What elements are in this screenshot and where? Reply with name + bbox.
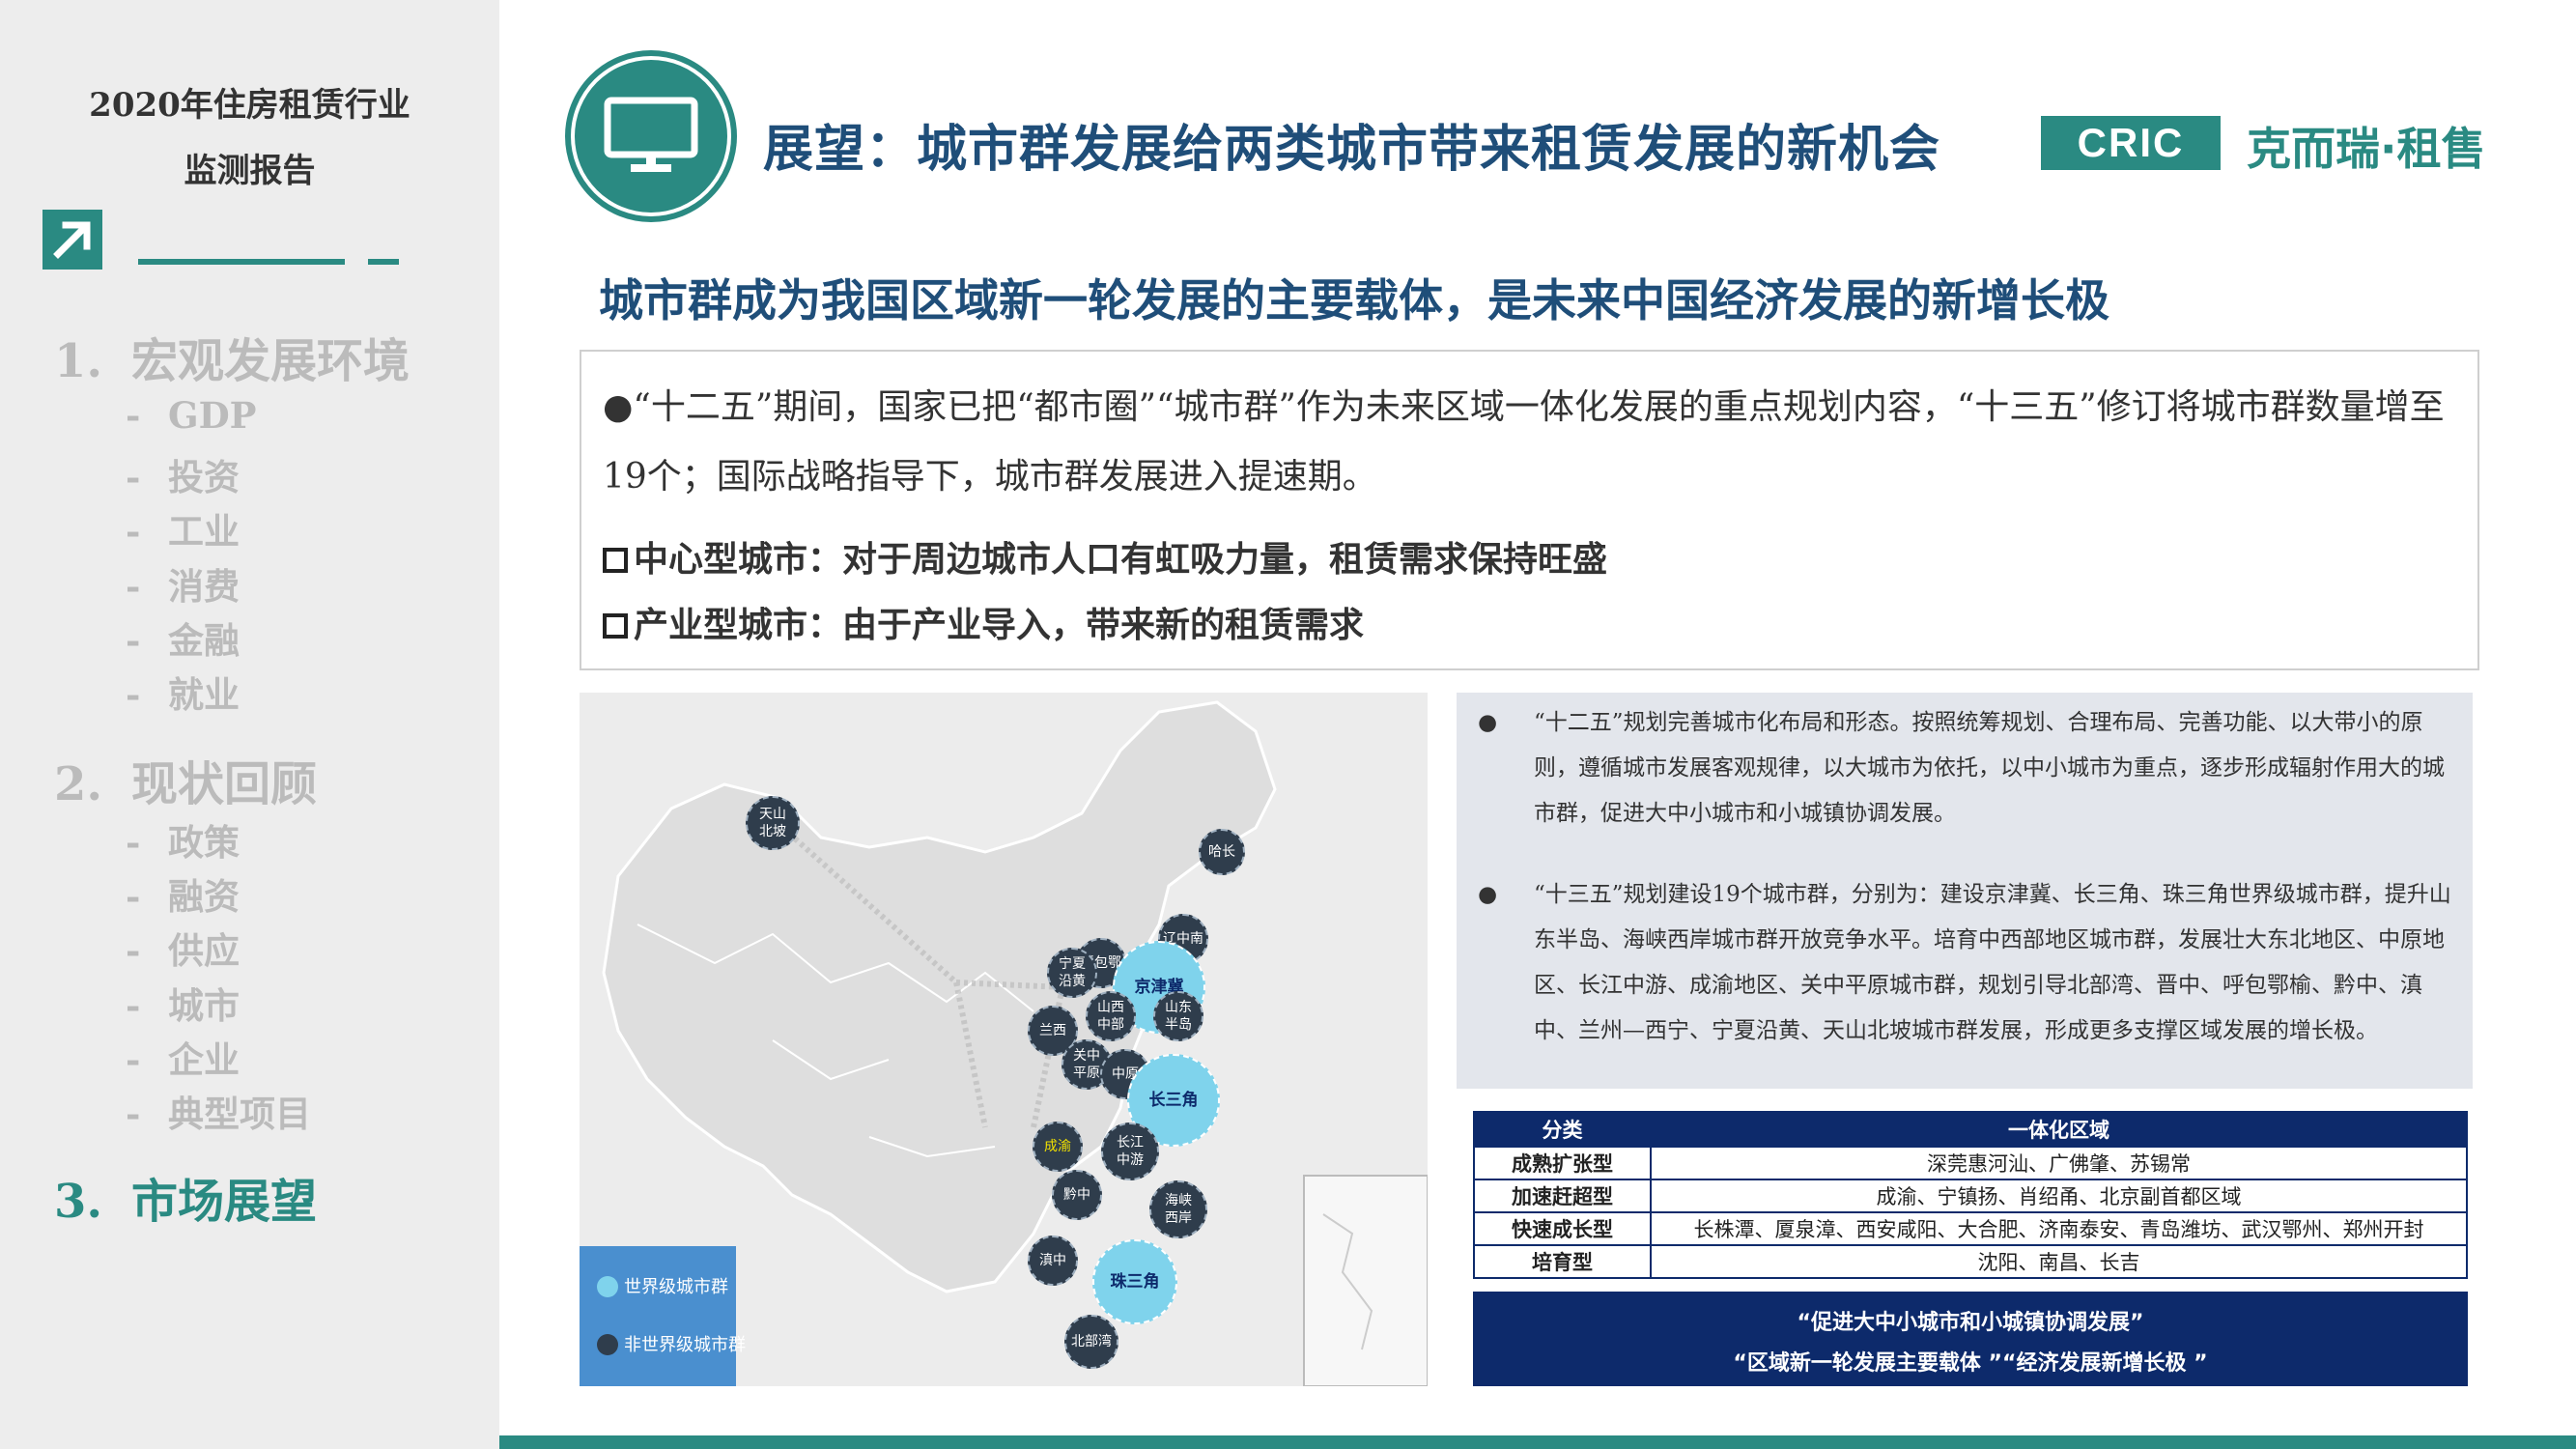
cluster-marker: 天山 北坡 [746, 796, 800, 850]
sidebar-item-consumption[interactable]: - 消费 [126, 557, 240, 610]
cluster-marker: 黔中 [1052, 1170, 1102, 1220]
legend-dot-world [597, 1276, 618, 1297]
cluster-marker: 成渝 [1033, 1122, 1083, 1172]
checkbox-square-icon [603, 548, 628, 573]
sidebar-item-city[interactable]: - 城市 [126, 977, 240, 1029]
world-cluster-marker: 珠三角 [1092, 1239, 1177, 1324]
checkbox-square-icon [603, 613, 628, 639]
summary-paragraph: “十二五”期间，国家已把“都市圈”“城市群”作为未来区域一体化发展的重点规划内容… [603, 387, 2445, 497]
section-1[interactable]: 1. 宏观发展环境 [54, 323, 410, 390]
table-header: 一体化区域 [1650, 1111, 2468, 1148]
point-central-city: 中心型城市：对于周边城市人口有虹吸力量，租赁需求保持旺盛 [603, 531, 1607, 582]
legend-world: 世界级城市群 [597, 1273, 728, 1298]
table-row: 快速成长型 长株潭、厦泉漳、西安咸阳、大合肥、济南泰安、青岛潍坊、武汉鄂州、郑州… [1473, 1211, 2468, 1246]
cric-logo: CRIC [2041, 116, 2221, 170]
table-cell-category: 快速成长型 [1473, 1211, 1652, 1246]
table-cell-regions: 成渝、宁镇扬、肖绍甬、北京副首都区域 [1650, 1179, 2468, 1213]
cluster-label: 山东 半岛 [1165, 1000, 1192, 1033]
sidebar-item-supply[interactable]: - 供应 [126, 922, 240, 974]
cluster-label: 兰西 [1039, 1023, 1066, 1038]
cluster-label: 成渝 [1044, 1139, 1071, 1154]
sidebar-item-financing[interactable]: - 融资 [126, 867, 240, 920]
summary-box: ●“十二五”期间，国家已把“都市圈”“城市群”作为未来区域一体化发展的重点规划内… [580, 350, 2479, 670]
city-cluster-map: 天山 北坡 哈长 辽中南 呼包鄂 宁夏 沿黄 京津冀 山西 中部 山东 半岛 兰西 关中 平原 中原… [580, 693, 1428, 1386]
quote-line2: “区域新一轮发展主要载体 ”“经济发展新增长极 ” [1733, 1351, 2208, 1376]
cluster-label: 长三角 [1148, 1091, 1199, 1110]
brand-name: 克而瑞·租售 [2247, 123, 2486, 175]
cluster-label: 长江 中游 [1117, 1135, 1144, 1168]
sidebar-item-investment[interactable]: - 投资 [126, 448, 240, 500]
quote-box: “促进大中小城市和小城镇协调发展” “区域新一轮发展主要载体 ”“经济发展新增长… [1473, 1292, 2468, 1386]
legend-dot-non-world [597, 1334, 618, 1355]
sidebar-item-policy[interactable]: - 政策 [126, 813, 240, 866]
cluster-marker: 山东 半岛 [1153, 991, 1203, 1041]
sidebar-item-finance[interactable]: - 金融 [126, 611, 240, 664]
section-number: 1. [54, 334, 103, 388]
table-row: 培育型 沈阳、南昌、长吉 [1473, 1244, 2468, 1279]
cluster-label: 北部湾 [1071, 1334, 1112, 1350]
cluster-label: 珠三角 [1110, 1272, 1160, 1292]
cluster-label: 哈长 [1208, 844, 1235, 860]
table-cell-regions: 深莞惠河汕、广佛肇、苏锡常 [1650, 1146, 2468, 1180]
table-cell-regions: 沈阳、南昌、长吉 [1650, 1244, 2468, 1279]
report-title-line2: 监测报告 [184, 152, 316, 190]
section-3[interactable]: 3. 市场展望 [54, 1163, 317, 1231]
cluster-label: 天山 北坡 [759, 807, 786, 839]
table-row: 成熟扩张型 深莞惠河汕、广佛肇、苏锡常 [1473, 1146, 2468, 1180]
quote-line1: “促进大中小城市和小城镇协调发展” [1797, 1311, 2144, 1335]
table-cell-category: 培育型 [1473, 1244, 1652, 1279]
sidebar-item-projects[interactable]: - 典型项目 [126, 1085, 311, 1137]
info-paragraph-12th: ● “十二五”规划完善城市化布局和形态。按照统筹规划、合理布局、完善功能、以大带… [1478, 700, 2453, 837]
cluster-marker: 长江 中游 [1101, 1122, 1159, 1180]
cluster-marker: 滇中 [1028, 1236, 1078, 1286]
footer-bar [499, 1435, 2576, 1449]
bullet-icon: ● [1478, 882, 1498, 907]
point-industrial-city: 产业型城市：由于产业导入，带来新的租赁需求 [603, 597, 1364, 647]
sidebar-item-gdp[interactable]: - GDP [126, 394, 257, 437]
table-header: 分类 [1473, 1111, 1652, 1148]
cluster-label: 关中 平原 [1073, 1048, 1100, 1081]
sidebar-item-employment[interactable]: - 就业 [126, 666, 240, 718]
cluster-marker: 北部湾 [1064, 1315, 1118, 1369]
monitor-icon [575, 60, 727, 213]
table-cell-category: 加速赶超型 [1473, 1179, 1652, 1213]
sidebar-item-industry[interactable]: - 工业 [126, 502, 240, 554]
sidebar: 2020年住房租赁行业 监测报告 1. 宏观发展环境 - GDP - 投资 - 工业 -… [0, 0, 499, 1449]
summary-text: ●“十二五”期间，国家已把“都市圈”“城市群”作为未来区域一体化发展的重点规划内… [603, 373, 2448, 512]
section-2[interactable]: 2. 现状回顾 [54, 746, 317, 813]
cluster-label: 黔中 [1063, 1187, 1090, 1203]
table-cell-regions: 长株潭、厦泉漳、西安咸阳、大合肥、济南泰安、青岛潍坊、武汉鄂州、郑州开封 [1650, 1211, 2468, 1246]
map-legend: 世界级城市群 非世界级城市群 [580, 1246, 746, 1386]
cluster-label: 海峡 西岸 [1165, 1193, 1192, 1226]
integration-region-table: 分类 一体化区域 成熟扩张型 深莞惠河汕、广佛肇、苏锡常 加速赶超型 成渝、宁镇… [1473, 1111, 2468, 1279]
report-title-line1: 2020年住房租赁行业 [89, 86, 410, 125]
cluster-marker: 山西 中部 [1086, 991, 1136, 1041]
section-title: 现状回顾 [131, 757, 318, 811]
page-title: 展望：城市群发展给两类城市带来租赁发展的新机会 [763, 120, 1941, 179]
table-cell-category: 成熟扩张型 [1473, 1146, 1652, 1180]
legend-non-world: 非世界级城市群 [597, 1331, 746, 1356]
section-number: 3. [54, 1175, 103, 1229]
bullet-icon: ● [1478, 710, 1498, 735]
info-paragraph-13th: ● “十三五”规划建设19个城市群，分别为：建设京津冀、长三角、珠三角世界级城市… [1478, 872, 2453, 1054]
section-title: 市场展望 [131, 1175, 318, 1229]
table-header-row: 分类 一体化区域 [1473, 1111, 2468, 1148]
sidebar-item-enterprise[interactable]: - 企业 [126, 1031, 240, 1083]
bullet-icon: ● [603, 387, 634, 427]
table-row: 加速赶超型 成渝、宁镇扬、肖绍甬、北京副首都区域 [1473, 1179, 2468, 1213]
page-subtitle: 城市群成为我国区域新一轮发展的主要载体，是未来中国经济发展的新增长极 [599, 274, 2109, 327]
cluster-marker: 宁夏 沿黄 [1047, 948, 1097, 998]
cluster-label: 滇中 [1039, 1253, 1066, 1268]
section-title: 宏观发展环境 [131, 334, 410, 388]
info-panel: ● “十二五”规划完善城市化布局和形态。按照统筹规划、合理布局、完善功能、以大带… [1457, 693, 2473, 1089]
cluster-marker: 海峡 西岸 [1149, 1180, 1207, 1238]
cluster-marker: 哈长 [1199, 829, 1245, 875]
section-number: 2. [54, 757, 103, 811]
sidebar-divider [138, 259, 345, 265]
cluster-label: 山西 中部 [1097, 1000, 1124, 1033]
sidebar-divider-short [368, 259, 399, 265]
cluster-label: 宁夏 沿黄 [1059, 956, 1086, 989]
arrow-icon [42, 210, 102, 270]
